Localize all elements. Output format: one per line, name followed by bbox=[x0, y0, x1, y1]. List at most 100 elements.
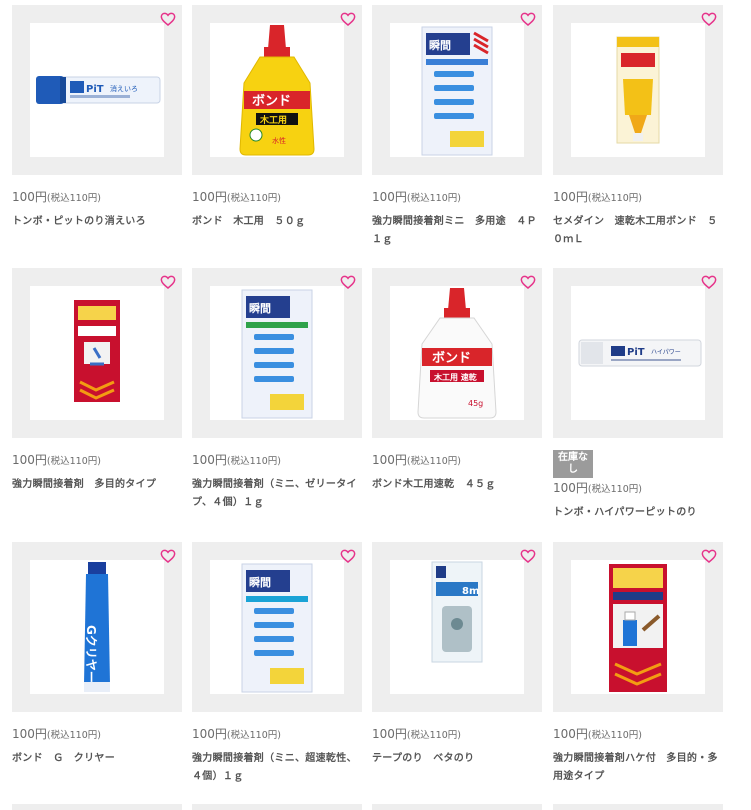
product-card[interactable]: PiT ハイパワー 在庫なし 100円(税込110円) トンボ・ハイパワーピット… bbox=[553, 268, 723, 522]
product-name[interactable]: 強力瞬間接着剤（ミニ、超速乾性、４個）１ｇ bbox=[192, 750, 362, 786]
svg-text:木工用 速乾: 木工用 速乾 bbox=[433, 372, 477, 382]
product-image[interactable]: 8m bbox=[390, 560, 524, 694]
product-image-frame[interactable]: PiT ハイパワー bbox=[553, 268, 723, 438]
price-value: 100円 bbox=[553, 481, 588, 495]
product-image[interactable]: PiT 消えいろ bbox=[30, 23, 164, 157]
svg-text:45g: 45g bbox=[468, 399, 483, 408]
product-image-frame[interactable] bbox=[12, 268, 182, 438]
product-name[interactable]: ボンド木工用速乾 ４５ｇ bbox=[372, 476, 542, 494]
product-price: 100円(税込110円) bbox=[553, 726, 723, 744]
product-card[interactable]: Gクリヤー 100円(税込110円) ボンド Ｇ クリヤー bbox=[12, 542, 182, 768]
svg-text:Gクリヤー: Gクリヤー bbox=[84, 625, 98, 683]
price-value: 100円 bbox=[553, 190, 588, 204]
svg-text:消えいろ: 消えいろ bbox=[110, 84, 138, 93]
product-image[interactable]: ボンド 木工用 速乾 45g bbox=[390, 286, 524, 420]
price-value: 100円 bbox=[192, 453, 227, 467]
product-card[interactable]: 100円(税込110円) 強力瞬間接着剤 多目的タイプ bbox=[12, 268, 182, 494]
product-price: 100円(税込110円) bbox=[192, 189, 362, 207]
product-card[interactable]: 瞬間 100円(税込110円) 強力瞬間接着剤ミニ 多用途 ４Ｐ １ｇ bbox=[372, 5, 547, 249]
product-card[interactable]: 100円(税込110円) 強力瞬間接着剤ハケ付 多目的・多用途タイプ bbox=[553, 542, 723, 786]
product-card[interactable]: 8m 100円(税込110円) テープのり ベタのり bbox=[372, 542, 542, 768]
price-value: 100円 bbox=[372, 727, 407, 741]
product-image-frame[interactable]: PiT 消えいろ bbox=[12, 5, 182, 175]
price-tax-included: (税込110円) bbox=[406, 193, 461, 204]
favorite-heart-icon[interactable] bbox=[520, 274, 536, 290]
product-price: 100円(税込110円) bbox=[553, 480, 723, 498]
favorite-heart-icon[interactable] bbox=[340, 274, 356, 290]
svg-text:PiT: PiT bbox=[627, 347, 645, 358]
product-name[interactable]: 強力瞬間接着剤ミニ 多用途 ４Ｐ １ｇ bbox=[372, 213, 547, 249]
product-card[interactable]: ボンド 木工用 水性 100円(税込110円) ボンド 木工用 ５０ｇ bbox=[192, 5, 362, 231]
price-tax-included: (税込110円) bbox=[46, 730, 101, 741]
price-tax-included: (税込110円) bbox=[406, 730, 461, 741]
product-card[interactable]: PiT 消えいろ 100円(税込110円) トンボ・ピットのり消えいろ bbox=[12, 5, 182, 231]
price-value: 100円 bbox=[553, 727, 588, 741]
favorite-heart-icon[interactable] bbox=[160, 11, 176, 27]
product-card[interactable]: 100円(税込110円) セメダイン 速乾木工用ボンド ５０ｍＬ bbox=[553, 5, 723, 249]
product-image[interactable]: PiT ハイパワー bbox=[571, 286, 705, 420]
product-name[interactable]: 強力瞬間接着剤（ミニ、ゼリータイプ、４個）１ｇ bbox=[192, 476, 362, 512]
favorite-heart-icon[interactable] bbox=[520, 548, 536, 564]
product-image-frame[interactable]: 瞬間 bbox=[192, 542, 362, 712]
product-name[interactable]: 強力瞬間接着剤ハケ付 多目的・多用途タイプ bbox=[553, 750, 723, 786]
product-image[interactable]: ボンド 木工用 水性 bbox=[210, 23, 344, 157]
product-name[interactable]: テープのり ベタのり bbox=[372, 750, 542, 768]
price-tax-included: (税込110円) bbox=[226, 193, 281, 204]
product-image[interactable]: 瞬間 bbox=[390, 23, 524, 157]
product-image-frame[interactable]: 瞬間 bbox=[372, 5, 542, 175]
product-image[interactable]: Gクリヤー bbox=[30, 560, 164, 694]
product-name[interactable]: トンボ・ハイパワーピットのり bbox=[553, 504, 723, 522]
product-name[interactable]: 強力瞬間接着剤 多目的タイプ bbox=[12, 476, 182, 494]
product-price: 100円(税込110円) bbox=[12, 726, 182, 744]
product-name[interactable]: セメダイン 速乾木工用ボンド ５０ｍＬ bbox=[553, 213, 723, 249]
price-tax-included: (税込110円) bbox=[226, 730, 281, 741]
svg-text:瞬間: 瞬間 bbox=[429, 38, 451, 52]
product-name[interactable]: ボンド 木工用 ５０ｇ bbox=[192, 213, 362, 231]
product-price: 100円(税込110円) bbox=[372, 452, 542, 470]
product-image-frame[interactable]: ボンド 木工用 速乾 45g bbox=[372, 268, 542, 438]
favorite-heart-icon[interactable] bbox=[701, 274, 717, 290]
product-image-frame[interactable]: 瞬間 bbox=[192, 268, 362, 438]
favorite-heart-icon[interactable] bbox=[340, 548, 356, 564]
svg-text:8m: 8m bbox=[462, 586, 479, 597]
product-name[interactable]: トンボ・ピットのり消えいろ bbox=[12, 213, 182, 231]
svg-text:瞬間: 瞬間 bbox=[249, 301, 271, 315]
product-image[interactable] bbox=[571, 23, 705, 157]
product-card[interactable]: 瞬間 100円(税込110円) 強力瞬間接着剤（ミニ、ゼリータイプ、４個）１ｇ bbox=[192, 268, 362, 512]
product-image[interactable]: 瞬間 bbox=[210, 560, 344, 694]
product-image[interactable] bbox=[571, 560, 705, 694]
product-image-frame[interactable] bbox=[553, 5, 723, 175]
product-image-frame[interactable] bbox=[553, 542, 723, 712]
product-image[interactable]: 瞬間 bbox=[210, 286, 344, 420]
price-tax-included: (税込110円) bbox=[226, 456, 281, 467]
price-value: 100円 bbox=[12, 190, 47, 204]
price-value: 100円 bbox=[12, 727, 47, 741]
product-image-frame[interactable]: Gクリヤー bbox=[12, 542, 182, 712]
favorite-heart-icon[interactable] bbox=[340, 11, 356, 27]
product-price: 100円(税込110円) bbox=[192, 452, 362, 470]
out-of-stock-badge: 在庫なし bbox=[553, 450, 593, 478]
svg-text:木工用: 木工用 bbox=[259, 114, 287, 126]
svg-text:水性: 水性 bbox=[272, 136, 286, 145]
favorite-heart-icon[interactable] bbox=[160, 274, 176, 290]
svg-text:PiT: PiT bbox=[86, 84, 104, 95]
product-image-frame[interactable]: 8m bbox=[372, 542, 542, 712]
svg-text:瞬間: 瞬間 bbox=[249, 575, 271, 589]
product-price: 100円(税込110円) bbox=[12, 452, 182, 470]
price-value: 100円 bbox=[192, 190, 227, 204]
product-image[interactable] bbox=[30, 286, 164, 420]
product-image-frame[interactable]: ボンド 木工用 水性 bbox=[192, 5, 362, 175]
product-card[interactable]: 瞬間 100円(税込110円) 強力瞬間接着剤（ミニ、超速乾性、４個）１ｇ bbox=[192, 542, 362, 786]
product-card[interactable]: ボンド 木工用 速乾 45g 100円(税込110円) ボンド木工用速乾 ４５ｇ bbox=[372, 268, 542, 494]
favorite-heart-icon[interactable] bbox=[701, 11, 717, 27]
favorite-heart-icon[interactable] bbox=[520, 11, 536, 27]
price-tax-included: (税込110円) bbox=[587, 484, 642, 495]
svg-text:ボンド: ボンド bbox=[432, 350, 471, 366]
favorite-heart-icon[interactable] bbox=[160, 548, 176, 564]
price-value: 100円 bbox=[192, 727, 227, 741]
svg-text:ボンド: ボンド bbox=[252, 93, 291, 109]
favorite-heart-icon[interactable] bbox=[701, 548, 717, 564]
product-price: 100円(税込110円) bbox=[192, 726, 362, 744]
product-name[interactable]: ボンド Ｇ クリヤー bbox=[12, 750, 182, 768]
product-price: 100円(税込110円) bbox=[12, 189, 182, 207]
